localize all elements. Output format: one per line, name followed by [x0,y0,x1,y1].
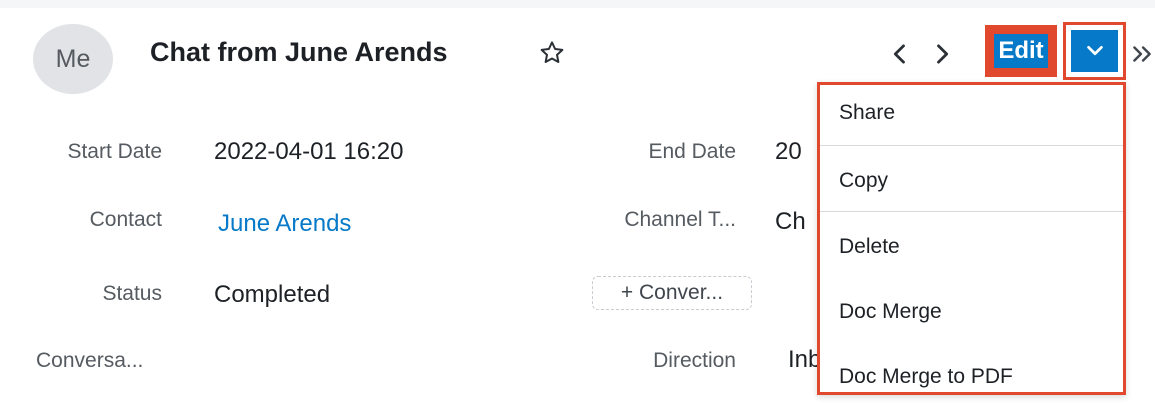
edit-button[interactable]: Edit [994,34,1048,68]
chevron-down-icon [1086,45,1103,56]
channel-type-label: Channel T... [624,208,736,231]
actions-dropdown-highlight [1063,22,1126,80]
star-outline-icon[interactable] [537,36,567,70]
menu-item-copy[interactable]: Copy [820,169,1123,193]
menu-divider [820,145,1123,146]
edit-button-label: Edit [998,37,1044,64]
menu-item-doc-merge-pdf[interactable]: Doc Merge to PDF [820,365,1123,389]
avatar-text: Me [55,44,91,73]
conversation-label: Conversa... [36,349,144,372]
menu-item-share[interactable]: Share [820,101,1123,125]
header-divider [0,0,1155,8]
end-date-value: 20 [775,138,802,165]
menu-item-delete[interactable]: Delete [820,235,1123,259]
edit-button-highlight: Edit [985,25,1057,77]
channel-type-value: Ch [775,208,806,235]
chevron-left-icon[interactable] [886,40,914,68]
menu-divider [820,211,1123,212]
actions-dropdown-button[interactable] [1071,30,1118,72]
start-date-value: 2022-04-01 16:20 [214,138,404,165]
direction-label: Direction [653,349,736,372]
contact-link[interactable]: June Arends [218,210,351,238]
chevron-right-icon[interactable] [928,40,956,68]
double-chevron-right-icon[interactable] [1129,40,1155,68]
avatar: Me [33,24,113,94]
contact-label: Contact [89,208,162,231]
convert-button[interactable]: + Conver... [592,276,752,310]
record-title: Chat from June Arends [150,37,448,67]
start-date-label: Start Date [67,140,162,163]
status-value: Completed [214,281,331,308]
actions-menu: Share Copy Delete Doc Merge Doc Merge to… [817,82,1126,395]
menu-item-doc-merge[interactable]: Doc Merge [820,300,1123,324]
status-label: Status [102,282,162,305]
convert-button-label: + Conver... [620,281,724,304]
end-date-label: End Date [648,140,736,163]
